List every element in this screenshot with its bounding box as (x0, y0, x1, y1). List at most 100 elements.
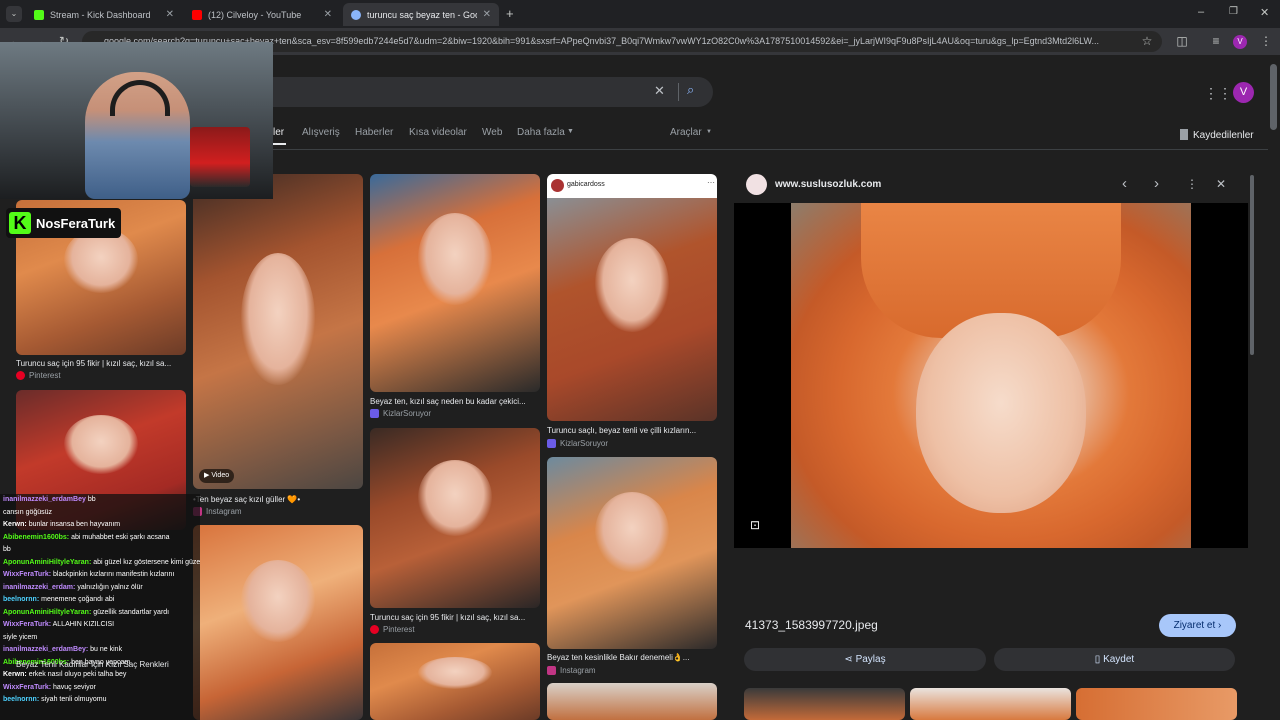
pinterest-icon (370, 625, 379, 634)
tab-close-icon[interactable]: ✕ (324, 9, 332, 20)
pinterest-icon (16, 371, 25, 380)
media-controls-icon[interactable]: ≡ (1209, 34, 1223, 48)
chat-username: Kerwn: (3, 521, 27, 528)
chat-message: WixxFeraTurk: ALLAHIN KIZILCISI (0, 619, 200, 632)
close-preview-icon[interactable]: ✕ (1216, 177, 1226, 191)
search-input[interactable]: ✕ ⌕ (200, 77, 713, 107)
result-source[interactable]: KizlarSoruyor (370, 409, 431, 418)
chat-username: WixxFeraTurk: (3, 571, 52, 578)
visit-label: Ziyaret et (1173, 620, 1216, 631)
face (916, 313, 1086, 513)
result-source[interactable]: Pinterest (16, 371, 61, 380)
result-source[interactable]: Instagram (193, 507, 242, 516)
visit-button[interactable]: Ziyaret et › (1159, 614, 1236, 637)
browser-tab-bar: ⌄ Stream - Kick Dashboard ✕ (12) Cilvelo… (0, 0, 1280, 28)
youtube-favicon-icon (192, 9, 202, 20)
saved-link[interactable]: Kaydedilenler (1193, 130, 1254, 141)
result-source[interactable]: Pinterest (370, 625, 415, 634)
chat-text: bunlar insansa ben hayvanım (28, 521, 121, 528)
chat-username: inanilmazzeki_erdamBey (3, 496, 86, 503)
close-window-icon[interactable]: ✕ (1260, 6, 1269, 19)
related-image[interactable] (910, 688, 1071, 720)
previous-icon[interactable]: ‹ (1122, 175, 1127, 192)
chat-text: cansın göğüsüz (3, 508, 53, 516)
result-caption[interactable]: Turuncu saç için 95 fikir | kızıl saç, k… (16, 359, 186, 368)
result-source[interactable]: Instagram (547, 666, 596, 675)
result-source[interactable]: KizlarSoruyor (547, 439, 608, 448)
tab-shopping[interactable]: Alışveriş (302, 127, 340, 138)
result-image[interactable] (370, 643, 540, 720)
tools-button[interactable]: Araçlar (670, 127, 702, 138)
new-tab-icon[interactable]: + (506, 6, 514, 21)
video-badge: ▶ Video (199, 469, 235, 483)
webcam-overlay (0, 42, 273, 199)
result-caption[interactable]: Turuncu saç için 95 fikir | kızıl saç, k… (370, 613, 540, 622)
lens-search-icon[interactable]: ⊡ (750, 518, 760, 532)
share-label: Paylaş (855, 654, 886, 665)
tab-more[interactable]: Daha fazla (517, 127, 565, 138)
result-caption[interactable]: Beyaz ten, kızıl saç neden bu kadar çeki… (370, 397, 540, 406)
chat-username: beelnornn: (3, 696, 40, 703)
chat-text: yalnızlığın yalnız ölür (77, 583, 143, 591)
tab-web[interactable]: Web (482, 127, 502, 138)
clear-search-icon[interactable]: ✕ (654, 83, 665, 99)
next-icon[interactable]: › (1154, 175, 1159, 192)
chat-username: AponunAminiHiltyleYaran: (3, 558, 92, 566)
tab-close-icon[interactable]: ✕ (166, 9, 174, 20)
result-image[interactable] (370, 174, 540, 392)
preview-site-name[interactable]: www.suslusozluk.com (775, 179, 881, 190)
chat-username: Abibenemin1600bs: (3, 533, 70, 541)
share-icon: ⋖ (844, 654, 856, 665)
result-image[interactable] (370, 428, 540, 608)
instagram-icon (547, 666, 556, 675)
chat-message: AponunAminiHiltyleYaran: abi güzel kız g… (0, 557, 200, 570)
kick-logo-icon: K (9, 212, 31, 234)
restore-icon[interactable]: ❐ (1229, 6, 1238, 17)
result-caption[interactable]: Beyaz ten kesinlikle Bakır denemeli👌... (547, 653, 717, 662)
preview-scrollbar[interactable] (1250, 175, 1254, 355)
share-button[interactable]: ⋖ Paylaş (744, 648, 986, 671)
google-profile-avatar[interactable]: V (1233, 82, 1254, 103)
tab-search-icon[interactable]: ⌄ (6, 6, 22, 22)
search-icon[interactable]: ⌕ (687, 82, 694, 98)
result-caption[interactable]: Turuncu saçlı, beyaz tenli ve çilli kızl… (547, 426, 717, 435)
chat-username: Kerwn: (3, 671, 27, 678)
preview-filename: 41373_1583997720.jpeg (745, 618, 878, 632)
chat-message: Kerwn: erkek nasıl oluyo peki talha bey (0, 669, 200, 682)
extensions-icon[interactable]: ◫ (1175, 34, 1189, 48)
stream-chat-overlay: inanilmazzeki_erdamBey bb cansın göğüsüz… (0, 494, 200, 720)
profile-avatar[interactable]: V (1233, 35, 1247, 49)
chat-message: WixxFeraTurk: blackpinkin kızlarını mani… (0, 569, 200, 582)
related-image[interactable] (1076, 688, 1237, 720)
related-image[interactable] (744, 688, 905, 720)
result-caption[interactable]: Beyaz Tenli Kadınlar İçin Kızıl Saç Renk… (16, 660, 186, 669)
preview-image[interactable] (791, 203, 1191, 548)
source-label: Pinterest (383, 625, 415, 634)
result-caption[interactable]: •Ten beyaz saç kızıl güller 🧡• (193, 495, 363, 504)
result-image[interactable] (547, 198, 717, 421)
chat-message: cansın göğüsüz (0, 507, 200, 520)
chevron-down-icon: ▼ (567, 128, 574, 135)
kizlarsoruyor-icon (547, 439, 556, 448)
desk-items (190, 127, 250, 187)
chat-text: bb (3, 546, 11, 553)
tab-short-videos[interactable]: Kısa videolar (409, 127, 467, 138)
tab-kick-dashboard[interactable]: Stream - Kick Dashboard ✕ (26, 3, 182, 26)
result-image[interactable]: ▶ Video (193, 174, 363, 489)
tab-close-icon[interactable]: ✕ (483, 9, 491, 20)
google-apps-icon[interactable]: ⋮⋮ (1204, 85, 1232, 102)
tab-youtube[interactable]: (12) Cilveloy - YouTube ✕ (184, 3, 340, 26)
tab-news[interactable]: Haberler (355, 127, 393, 138)
save-button[interactable]: ▯ Kaydet (994, 648, 1235, 671)
tab-images[interactable]: ler (273, 127, 284, 138)
result-image[interactable] (547, 457, 717, 649)
chat-text: siyah tenli olmuyomu (41, 696, 107, 703)
more-options-icon[interactable]: ⋮ (1186, 177, 1198, 191)
tab-google-search[interactable]: turuncu saç beyaz ten - Google ✕ (343, 3, 499, 26)
result-image[interactable] (547, 683, 717, 720)
bookmark-star-icon[interactable]: ☆ (1140, 34, 1154, 48)
result-image[interactable] (193, 525, 363, 720)
minimize-icon[interactable]: – (1198, 6, 1204, 18)
page-scrollbar[interactable] (1270, 64, 1277, 130)
menu-dots-icon[interactable]: ⋮ (1259, 34, 1273, 48)
